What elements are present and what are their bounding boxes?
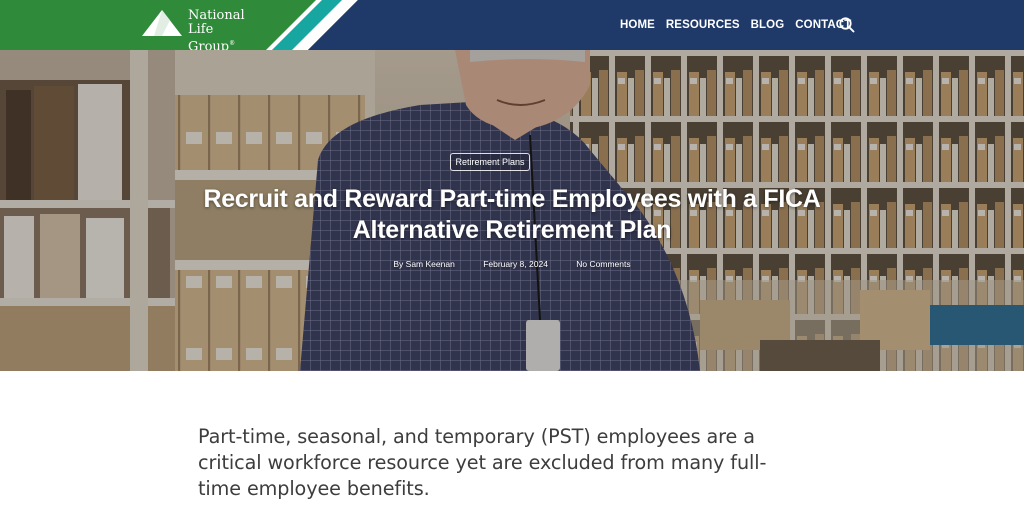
- article-lede: Part-time, seasonal, and temporary (PST)…: [198, 425, 767, 500]
- meta-date: February 8, 2024: [483, 259, 548, 269]
- article-meta: By Sam Keenan February 8, 2024 No Commen…: [0, 259, 1024, 269]
- site-logo[interactable]: National Life Group®: [140, 8, 270, 50]
- search-icon[interactable]: [838, 16, 856, 34]
- nav-home[interactable]: HOME: [620, 19, 655, 31]
- nav-blog[interactable]: BLOG: [751, 19, 785, 31]
- hero-banner: Retirement Plans Recruit and Reward Part…: [0, 50, 1024, 371]
- site-header: National Life Group® HOME RESOURCES BLOG…: [0, 0, 1024, 50]
- article-title: Recruit and Reward Part-time Employees w…: [203, 185, 821, 244]
- meta-author[interactable]: By Sam Keenan: [393, 259, 454, 269]
- logo-text: National Life Group®: [188, 8, 270, 51]
- logo-mountain-icon: [142, 10, 182, 36]
- category-tag[interactable]: Retirement Plans: [450, 153, 530, 171]
- meta-comments[interactable]: No Comments: [576, 259, 630, 269]
- nav-resources[interactable]: RESOURCES: [666, 19, 740, 31]
- main-nav: HOME RESOURCES BLOG CONTACT: [620, 0, 862, 50]
- logo-line-1: National Life: [188, 8, 245, 37]
- logo-line-2: Group®: [188, 39, 236, 50]
